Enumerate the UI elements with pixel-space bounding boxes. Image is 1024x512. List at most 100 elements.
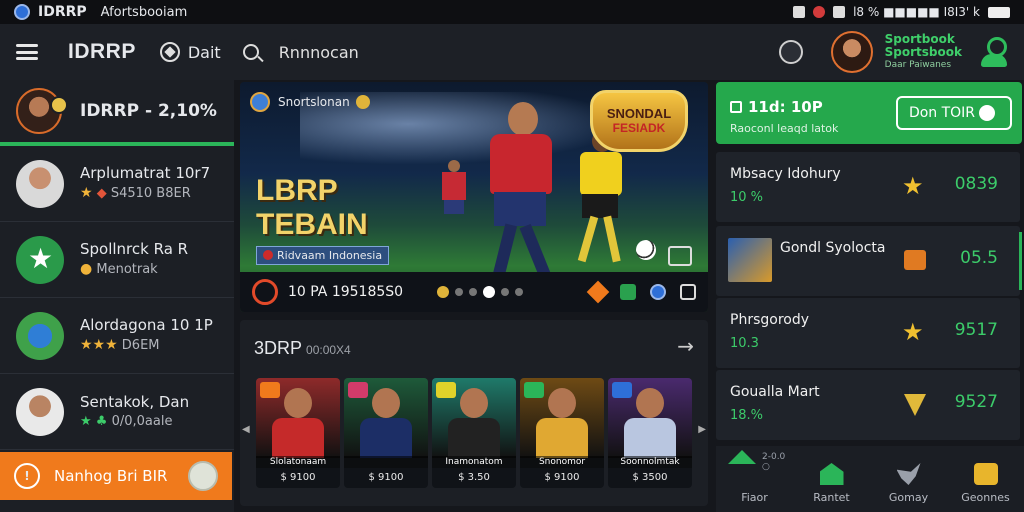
featured-card[interactable]: Soonnolmtak $ 3500 xyxy=(608,378,692,488)
sidebar-item-name: Sentakok, Dan xyxy=(80,392,190,411)
search-icon[interactable] xyxy=(242,44,259,60)
team-logo-icon xyxy=(16,311,64,360)
status-app-name: IDRRP xyxy=(38,4,87,20)
carousel-dots[interactable] xyxy=(437,286,524,298)
section-subtitle: 00:00X4 xyxy=(306,343,351,357)
chevron-down-icon xyxy=(904,394,926,416)
star-icon: ★ xyxy=(80,185,93,201)
sidebar-item-name: Spollnrck Ra R xyxy=(80,240,189,258)
odds-row-value: 05.5 xyxy=(960,248,998,268)
menu-icon[interactable] xyxy=(16,44,38,60)
live-ring-icon xyxy=(252,279,278,305)
app-logo-icon xyxy=(14,4,30,20)
card-badge-icon xyxy=(260,382,280,398)
nav-item-home[interactable]: 2-0.0 ○ Fiaor xyxy=(716,446,793,512)
player-jersey xyxy=(272,418,324,458)
toggle-knob-icon[interactable] xyxy=(188,461,218,491)
featured-cards-section: 3DRP 00:00X4 → ◀ ▶ Slolatonaam $ 9100 $ 910… xyxy=(240,320,708,506)
player-face xyxy=(636,388,664,418)
hero-headline-line2: TEBAIN xyxy=(256,208,368,241)
sidebar-header-title: IDRRP - 2,10% xyxy=(80,101,217,121)
sidebar-header-avatar xyxy=(16,88,68,134)
status-app-sub: Afortsbooiam xyxy=(100,4,188,20)
promo-icon xyxy=(730,101,742,113)
signal-icon xyxy=(833,6,846,18)
nav-link[interactable]: Dait xyxy=(188,43,221,62)
arrow-label: 2-0.0 ○ xyxy=(762,452,786,472)
featured-card[interactable]: Snonomor $ 9100 xyxy=(520,378,604,488)
whistle-icon: ● xyxy=(80,261,93,277)
hero-tag-text: Snortslonan xyxy=(278,95,350,109)
star-icon: ★ xyxy=(902,318,924,346)
player-jersey xyxy=(360,418,412,458)
hero-headline: LBRP TEBAIN xyxy=(256,174,368,242)
odds-row[interactable]: Mbsacy Idohury 10 % ★ 0839 xyxy=(716,152,1020,222)
sidebar-item[interactable]: Arplumatrat 10r7 ★ ◆ S4510 B8ER xyxy=(0,146,234,222)
user-avatar[interactable] xyxy=(830,31,873,73)
globe-icon[interactable] xyxy=(650,284,666,300)
nav-item-more[interactable]: Geonnes xyxy=(947,446,1024,512)
odds-row-value: 9517 xyxy=(954,320,998,340)
hero-tag: Snortslonan xyxy=(250,92,370,112)
promo-crest: SNONDAL FESIADK xyxy=(590,90,688,152)
odds-row-value: 0839 xyxy=(954,174,998,194)
bottom-nav: 2-0.0 ○ Fiaor Rantet Gomay Geonnes xyxy=(716,446,1024,512)
player-jersey xyxy=(624,418,676,458)
card-badge-icon xyxy=(348,382,368,398)
hero-banner[interactable]: Snortslonan LBRP TEBAIN Ridvaam Indonesi… xyxy=(240,82,708,312)
sport-coin-icon xyxy=(250,92,270,112)
active-indicator xyxy=(1019,232,1022,290)
carousel-prev-icon[interactable]: ◀ xyxy=(242,424,250,435)
crest-line2: FESIADK xyxy=(612,121,666,135)
ball-icon xyxy=(979,105,996,121)
sidebar-item-meta: Menotrak xyxy=(96,262,158,277)
featured-card[interactable]: $ 9100 xyxy=(344,378,428,488)
promo-title: 11d: 10P xyxy=(748,98,823,116)
sidebar-item-meta: D6EM xyxy=(121,338,160,353)
promo-button[interactable]: Don TOIR xyxy=(896,96,1012,130)
nav-item-games[interactable]: Gomay xyxy=(870,446,947,512)
card-price: $ 3500 xyxy=(608,468,692,488)
star-icon: ★ xyxy=(902,172,924,200)
soccer-ball-icon xyxy=(159,42,180,62)
sidebar-cta-button[interactable]: ! Nanhog Bri BIR xyxy=(0,452,232,500)
promo-button-label: Don TOIR xyxy=(908,105,976,121)
carousel-next-icon[interactable]: ▶ xyxy=(698,424,706,435)
background-player xyxy=(438,160,468,240)
notification-bell-icon[interactable] xyxy=(778,40,803,64)
card-price: $ 9100 xyxy=(344,468,428,488)
sportsbook-badge[interactable]: Sportbook Sportsbook Daar Paiwanes xyxy=(885,32,962,72)
arrow-right-icon[interactable]: → xyxy=(677,334,694,358)
odds-row-label: Gondl Syolocta xyxy=(780,240,886,256)
match-thumbnail xyxy=(728,238,772,282)
search-label[interactable]: Rnnnocan xyxy=(279,43,359,62)
trophy-icon: ♣ xyxy=(95,413,108,429)
crest-line1: SNONDAL xyxy=(606,106,672,121)
brand-title[interactable]: IDRRP xyxy=(68,40,136,64)
home-icon xyxy=(819,463,844,485)
fire-icon[interactable] xyxy=(586,280,610,304)
section-title-text: 3DRP xyxy=(254,338,303,358)
featured-card[interactable]: Slolatonaam $ 9100 xyxy=(256,378,340,488)
sidebar-item[interactable]: Alordagona 10 1P ★★★ D6EM xyxy=(0,298,234,374)
nav-item-market[interactable]: Rantet xyxy=(793,446,870,512)
odds-row[interactable]: Phrsgorody 10.3 ★ 9517 xyxy=(716,298,1020,368)
chat-icon[interactable] xyxy=(680,284,696,300)
player-jersey xyxy=(536,418,588,458)
sidebar-item[interactable]: Spollnrck Ra R ● Menotrak xyxy=(0,222,234,298)
shield-icon[interactable] xyxy=(620,284,636,300)
bird-icon xyxy=(896,463,921,485)
sidebar-header[interactable]: IDRRP - 2,10% xyxy=(0,80,234,146)
player-avatar xyxy=(16,159,64,208)
sidebar-item-meta: 0/0,0aale xyxy=(111,413,173,429)
odds-row[interactable]: Goualla Mart 18.% 9527 xyxy=(716,370,1020,440)
odds-row[interactable]: Gondl Syolocta 05.5 xyxy=(716,226,1022,296)
country-label: Ridvaam Indonesia xyxy=(277,249,383,262)
card-ribbon xyxy=(344,456,428,468)
profile-icon[interactable] xyxy=(980,35,1008,69)
tv-icon[interactable] xyxy=(668,246,692,266)
hero-stat: 10 PA 195185S0 xyxy=(288,284,404,300)
featured-card[interactable]: Inamonatom $ 3.50 xyxy=(432,378,516,488)
sidebar-item[interactable]: Sentakok, Dan ★ ♣ 0/0,0aale xyxy=(0,374,234,450)
player-face xyxy=(548,388,576,418)
